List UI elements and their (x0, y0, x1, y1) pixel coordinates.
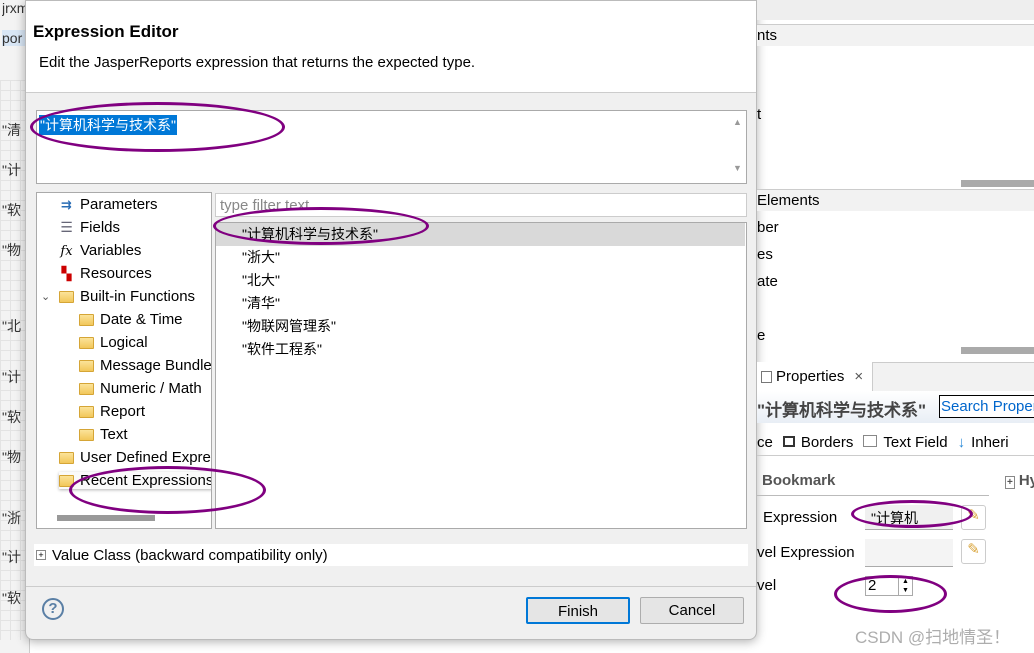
bookmark-level-expression-label: vel Expression (757, 544, 855, 561)
borders-icon (782, 436, 795, 447)
folder-icon (79, 336, 94, 349)
level-expression-input[interactable] (865, 539, 953, 567)
element-title: "计算机科学与技术系" (757, 401, 927, 420)
tree-item[interactable]: Message Bundle (79, 357, 212, 374)
folder-icon (59, 290, 74, 303)
list-item[interactable]: "物联网管理系" (216, 315, 745, 338)
value-class-label: Value Class (backward compatibility only… (52, 546, 328, 564)
flags-icon: ▚ (61, 266, 72, 281)
annotation-ellipse (213, 207, 429, 245)
expression-list[interactable]: "计算机科学与技术系" "浙大" "北大" "清华" "物联网管理系" "软件工程系" (215, 222, 747, 529)
tree-item-label: Message Bundle (100, 357, 212, 374)
tree-item[interactable]: Date & Time (79, 311, 183, 328)
tree-item-label: Built-in Functions (80, 288, 196, 305)
tree-item[interactable]: ☰ Fields (59, 219, 120, 236)
cancel-button[interactable]: Cancel (640, 597, 744, 624)
tab-properties[interactable]: Properties × (757, 362, 873, 391)
help-icon[interactable]: ? (42, 598, 64, 620)
tree-item-label: Date & Time (100, 311, 183, 328)
bookmark-section: Bookmark (762, 472, 836, 489)
expression-scrollbar[interactable]: ▲ ▼ (729, 111, 746, 183)
parameters-icon: ⇉ (61, 197, 72, 212)
toolbar-strip (757, 0, 1034, 20)
tree-item[interactable]: ▚ Resources (59, 265, 152, 282)
fx-icon: fx (60, 244, 73, 259)
tree-item-label: Variables (80, 242, 142, 259)
folder-icon (79, 359, 94, 372)
list-item[interactable]: "浙大" (216, 246, 745, 269)
tree-item[interactable]: Text (79, 426, 128, 443)
bookmark-level-label: vel (757, 577, 777, 594)
close-icon[interactable]: × (854, 368, 863, 385)
hyperlink-section[interactable]: + Hy (1005, 472, 1034, 489)
tree-item[interactable]: Numeric / Math (79, 380, 202, 397)
tree-item[interactable]: ⇉ Parameters (59, 196, 158, 213)
tab-appearance[interactable]: ce (757, 434, 773, 451)
element-item[interactable]: ber (757, 219, 779, 236)
tree-item-label: Report (100, 403, 146, 420)
scrollbar[interactable] (961, 347, 1034, 354)
annotation-ellipse (69, 466, 266, 514)
properties-section-tabs: ce Borders Text Field ↓ Inheri (757, 430, 1034, 456)
tab-text-field[interactable]: Text Field (863, 434, 948, 451)
dialog-title: Expression Editor (33, 22, 179, 41)
search-properties-input[interactable]: Search Properties (939, 395, 1034, 418)
chevron-down-icon[interactable]: ⌄ (41, 290, 50, 303)
watermark: CSDN @扫地情圣！ (855, 628, 1011, 647)
tree-item-label: Text (100, 426, 128, 443)
folder-icon (79, 382, 94, 395)
edit-expression-button[interactable]: ✎ (961, 539, 986, 564)
tree-item-label: Numeric / Math (100, 380, 202, 397)
element-item[interactable]: e (757, 327, 765, 344)
tree-item-label: User Defined Expressions (80, 449, 211, 466)
folder-icon (79, 313, 94, 326)
element-item[interactable]: ate (757, 273, 778, 290)
tree-item-label: Parameters (80, 196, 158, 213)
list-item[interactable]: "清华" (216, 292, 745, 315)
tree-item-label: Resources (80, 265, 152, 282)
list-item[interactable]: "软件工程系" (216, 338, 745, 361)
annotation-ellipse (834, 575, 947, 613)
tree-hscrollbar[interactable] (57, 515, 155, 521)
text-field-icon (863, 435, 878, 447)
elements-header: Elements (757, 189, 1034, 211)
dialog-description: Edit the JasperReports expression that r… (39, 54, 476, 71)
element-item[interactable]: es (757, 246, 773, 263)
database-icon: ☰ (60, 219, 73, 235)
tree-item[interactable]: Logical (79, 334, 148, 351)
folder-icon (79, 428, 94, 441)
tree-item[interactable]: ⌄ Built-in Functions (41, 288, 196, 305)
folder-icon (59, 451, 74, 464)
tree-item[interactable]: Report (79, 403, 145, 420)
inheritance-icon: ↓ (957, 434, 966, 451)
outline-header: nts (757, 24, 1034, 46)
divider (757, 495, 989, 496)
tree-item-label: Logical (100, 334, 148, 351)
annotation-ellipse (30, 102, 285, 152)
scrollbar[interactable] (961, 180, 1034, 187)
anchor-expression-label: Expression (763, 509, 838, 526)
divider (26, 586, 756, 587)
list-item[interactable]: "北大" (216, 269, 745, 292)
expand-icon[interactable]: + (36, 550, 46, 560)
tree-item[interactable]: fx Variables (59, 242, 141, 259)
outline-item[interactable]: t (757, 106, 761, 123)
tree-item[interactable]: User Defined Expressions (59, 449, 211, 466)
expression-editor-dialog: Expression Editor Edit the JasperReports… (25, 0, 757, 640)
tree-item-label: Fields (80, 219, 121, 236)
annotation-ellipse (851, 500, 973, 528)
value-class-section[interactable]: + Value Class (backward compatibility on… (34, 544, 748, 566)
dialog-header: Expression Editor Edit the JasperReports… (26, 1, 756, 93)
tab-inheritance[interactable]: ↓ Inheri (958, 434, 1009, 451)
finish-button[interactable]: Finish (526, 597, 630, 624)
folder-icon (79, 405, 94, 418)
properties-icon (761, 370, 772, 383)
tab-borders[interactable]: Borders (782, 434, 853, 451)
